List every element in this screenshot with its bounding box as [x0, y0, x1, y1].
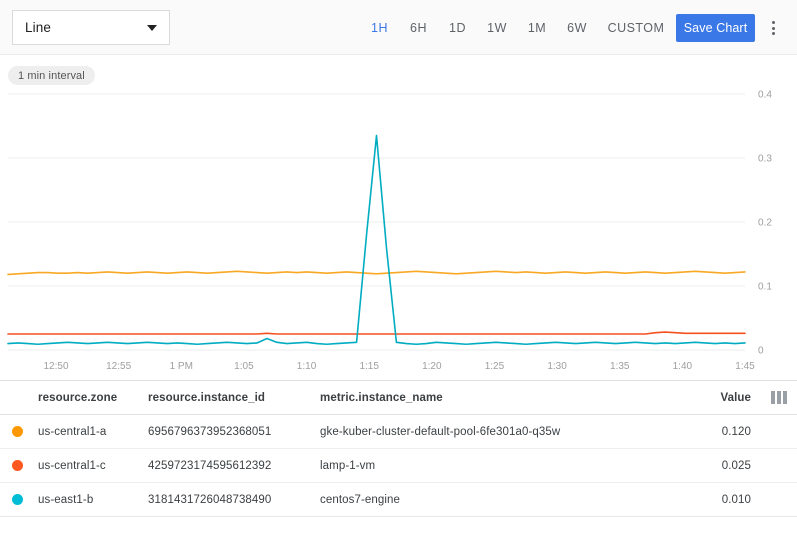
- y-axis-tick-label: 0.3: [758, 154, 772, 165]
- kebab-menu-icon[interactable]: [764, 17, 782, 39]
- range-button-custom[interactable]: CUSTOM: [597, 15, 675, 41]
- cell-metric-instance-name: lamp-1-vm: [320, 460, 691, 472]
- cell-value: 0.025: [691, 460, 751, 472]
- header-value[interactable]: Value: [691, 392, 751, 404]
- cell-resource-instance-id: 4259723174595612392: [148, 460, 320, 472]
- cell-metric-instance-name: gke-kuber-cluster-default-pool-6fe301a0-…: [320, 426, 691, 438]
- series-color-swatch: [12, 494, 38, 505]
- x-axis-tick-label: 1:35: [610, 361, 630, 372]
- y-axis-tick-label: 0.4: [758, 90, 772, 101]
- save-chart-button[interactable]: Save Chart: [676, 14, 755, 42]
- table-header-row: resource.zone resource.instance_id metri…: [0, 381, 797, 415]
- y-axis-tick-label: 0.2: [758, 218, 772, 229]
- chart-y-axis-labels: 0 0.1 0.2 0.3 0.4: [758, 90, 772, 357]
- cell-value: 0.010: [691, 494, 751, 506]
- chart-type-dropdown[interactable]: Line: [12, 10, 170, 45]
- header-metric-instance-name[interactable]: metric.instance_name: [320, 392, 691, 404]
- x-axis-tick-label: 1:10: [297, 361, 317, 372]
- chevron-down-icon: [147, 25, 157, 31]
- x-axis-tick-label: 1:05: [234, 361, 254, 372]
- chart-container: 0 0.1 0.2 0.3 0.4 12:50 12:55 1 PM 1:05 1:10 1:15…: [0, 88, 797, 380]
- chart-series-paths: [8, 136, 745, 345]
- cell-metric-instance-name: centos7-engine: [320, 494, 691, 506]
- line-chart[interactable]: 0 0.1 0.2 0.3 0.4 12:50 12:55 1 PM 1:05 1:10 1:15…: [0, 88, 797, 380]
- cell-resource-zone: us-east1-b: [38, 494, 148, 506]
- y-axis-tick-label: 0: [758, 346, 764, 357]
- interval-chip: 1 min interval: [8, 66, 95, 85]
- series-color-dot: [12, 494, 23, 505]
- chart-type-value: Line: [25, 20, 147, 35]
- range-button-6w[interactable]: 6W: [557, 15, 597, 41]
- time-range-group: 1H 6H 1D 1W 1M 6W CUSTOM: [360, 0, 675, 55]
- table-row[interactable]: us-east1-b 3181431726048738490 centos7-e…: [0, 483, 797, 517]
- chart-toolbar: Line 1H 6H 1D 1W 1M 6W CUSTOM Save Chart: [0, 0, 797, 55]
- series-color-swatch: [12, 426, 38, 437]
- header-resource-zone[interactable]: resource.zone: [38, 392, 148, 404]
- metrics-explorer-panel: Line 1H 6H 1D 1W 1M 6W CUSTOM Save Chart…: [0, 0, 797, 535]
- series-legend-table: resource.zone resource.instance_id metri…: [0, 380, 797, 517]
- x-axis-tick-label: 1:25: [485, 361, 505, 372]
- cell-value: 0.120: [691, 426, 751, 438]
- interval-label: 1 min interval: [18, 70, 85, 82]
- series-color-dot: [12, 426, 23, 437]
- header-resource-instance-id[interactable]: resource.instance_id: [148, 392, 320, 404]
- range-button-1h[interactable]: 1H: [360, 15, 399, 41]
- range-button-6h[interactable]: 6H: [399, 15, 438, 41]
- range-button-1w[interactable]: 1W: [477, 15, 517, 41]
- series-line[interactable]: [8, 332, 745, 334]
- x-axis-tick-label: 1:40: [673, 361, 693, 372]
- range-button-1d[interactable]: 1D: [438, 15, 477, 41]
- x-axis-tick-label: 1:30: [547, 361, 567, 372]
- x-axis-tick-label: 1 PM: [170, 361, 193, 372]
- range-button-1m[interactable]: 1M: [517, 15, 557, 41]
- series-color-swatch: [12, 460, 38, 471]
- cell-resource-zone: us-central1-a: [38, 426, 148, 438]
- table-row[interactable]: us-central1-a 6956796373952368051 gke-ku…: [0, 415, 797, 449]
- x-axis-tick-label: 1:15: [359, 361, 379, 372]
- x-axis-tick-label: 12:55: [106, 361, 131, 372]
- x-axis-tick-label: 12:50: [43, 361, 68, 372]
- series-line[interactable]: [8, 136, 745, 345]
- cell-resource-instance-id: 3181431726048738490: [148, 494, 320, 506]
- cell-resource-instance-id: 6956796373952368051: [148, 426, 320, 438]
- x-axis-tick-label: 1:20: [422, 361, 442, 372]
- cell-resource-zone: us-central1-c: [38, 460, 148, 472]
- series-color-dot: [12, 460, 23, 471]
- series-line[interactable]: [8, 271, 745, 274]
- columns-icon[interactable]: [751, 391, 787, 404]
- y-axis-tick-label: 0.1: [758, 282, 772, 293]
- x-axis-tick-label: 1:45: [735, 361, 755, 372]
- chart-x-axis-labels: 12:50 12:55 1 PM 1:05 1:10 1:15 1:20 1:25 1:30 1:…: [43, 361, 755, 372]
- chart-gridlines: [8, 94, 745, 350]
- table-row[interactable]: us-central1-c 4259723174595612392 lamp-1…: [0, 449, 797, 483]
